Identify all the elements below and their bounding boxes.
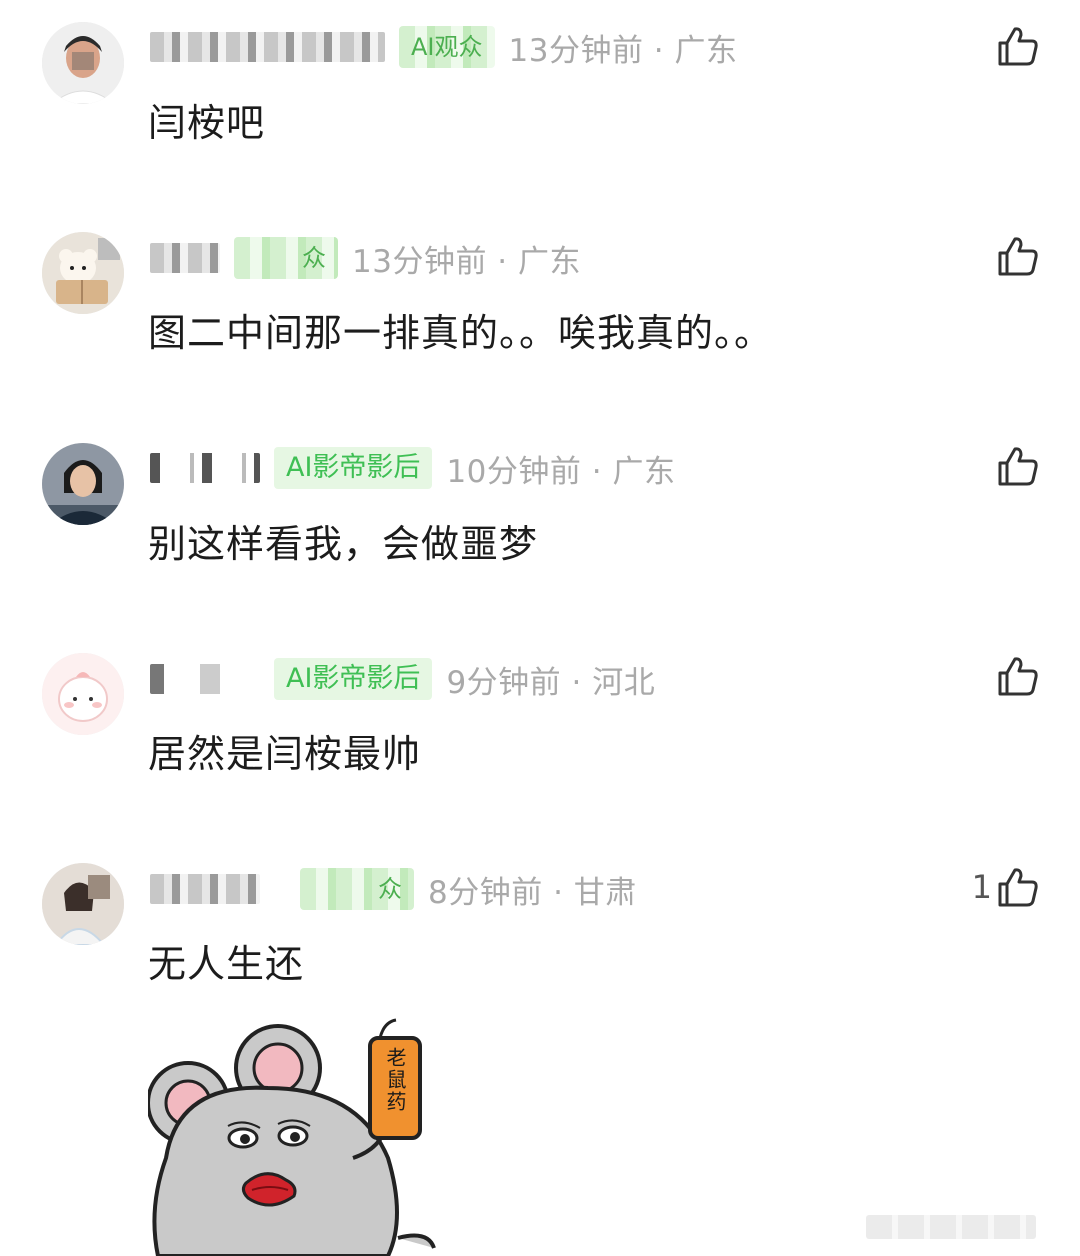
username[interactable] bbox=[150, 243, 220, 273]
thumbs-up-icon bbox=[998, 447, 1038, 486]
comment-meta: 众 13分钟前 · 广东 bbox=[150, 233, 581, 283]
comment-text: 别这样看我，会做噩梦 bbox=[148, 522, 539, 566]
comment-text: 图二中间那一排真的。。唉我真的。。 bbox=[148, 311, 774, 355]
timestamp-location: 9分钟前 · 河北 bbox=[446, 664, 656, 701]
watermark bbox=[866, 1215, 1036, 1239]
timestamp-location: 13分钟前 · 广东 bbox=[508, 32, 738, 69]
user-badge: AI影帝影后 bbox=[274, 658, 433, 700]
comment-meta: AI影帝影后 9分钟前 · 河北 bbox=[150, 654, 655, 704]
comment-meta: AI影帝影后 10分钟前 · 广东 bbox=[150, 443, 675, 493]
avatar[interactable] bbox=[42, 863, 124, 945]
user-badge: 众 bbox=[300, 868, 414, 910]
avatar[interactable] bbox=[42, 22, 124, 104]
username[interactable] bbox=[150, 32, 385, 62]
user-badge: AI影帝影后 bbox=[274, 447, 433, 489]
timestamp-location: 8分钟前 · 甘肃 bbox=[428, 874, 637, 911]
username[interactable] bbox=[150, 664, 260, 694]
comment-text: 居然是闫桉最帅 bbox=[148, 732, 422, 776]
avatar[interactable] bbox=[42, 443, 124, 525]
comment-text: 无人生还 bbox=[148, 942, 305, 986]
like-button[interactable] bbox=[992, 436, 1040, 496]
thumbs-up-icon bbox=[998, 27, 1038, 66]
comment-meta: AI观众 13分钟前 · 广东 bbox=[150, 22, 738, 72]
like-button[interactable] bbox=[992, 226, 1040, 286]
comment-text: 闫桉吧 bbox=[148, 101, 266, 145]
sticker-image[interactable]: 老鼠药 bbox=[148, 1008, 448, 1256]
timestamp-location: 10分钟前 · 广东 bbox=[446, 453, 676, 490]
avatar[interactable] bbox=[42, 232, 124, 314]
sticker-label: 老鼠药 bbox=[383, 1047, 407, 1113]
like-button[interactable] bbox=[992, 16, 1040, 76]
like-button[interactable] bbox=[992, 646, 1040, 706]
like-count: 1 bbox=[971, 868, 992, 906]
thumbs-up-icon bbox=[998, 657, 1038, 696]
thumbs-up-icon bbox=[998, 237, 1038, 276]
username[interactable] bbox=[150, 453, 260, 483]
user-badge: 众 bbox=[234, 237, 338, 279]
avatar[interactable] bbox=[42, 653, 124, 735]
user-badge: AI观众 bbox=[399, 26, 495, 68]
like-button[interactable]: 1 bbox=[972, 857, 1040, 917]
comment-meta: 众 8分钟前 · 甘肃 bbox=[150, 864, 637, 914]
thumbs-up-icon bbox=[998, 868, 1038, 907]
username[interactable] bbox=[150, 874, 260, 904]
timestamp-location: 13分钟前 · 广东 bbox=[352, 243, 582, 280]
